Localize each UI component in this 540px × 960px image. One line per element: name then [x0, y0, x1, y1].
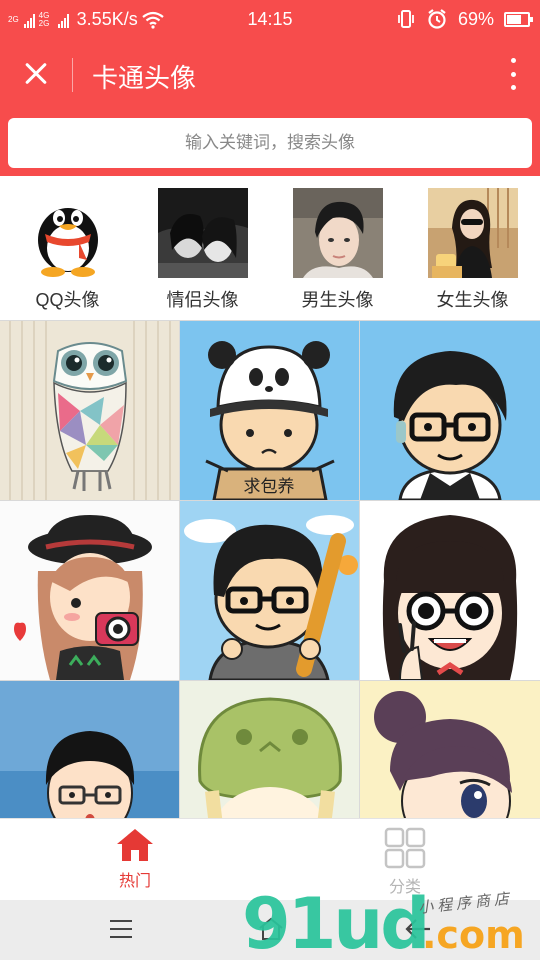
bat-boy-avatar-image	[180, 501, 359, 680]
more-options-icon[interactable]	[506, 58, 520, 90]
camera-girl-avatar-image	[0, 501, 179, 680]
bun-girl-avatar-image	[360, 681, 540, 818]
owl-avatar-image	[0, 321, 179, 500]
bowtie-boy-avatar-image	[0, 681, 179, 818]
menu-icon[interactable]	[110, 920, 132, 938]
header-divider	[72, 58, 73, 92]
category-label: 女生头像	[436, 290, 509, 310]
qq-penguin-icon	[37, 208, 98, 277]
category-boy[interactable]: 男生头像	[270, 176, 405, 320]
app-header: 卡通头像	[0, 38, 540, 110]
battery-icon	[504, 11, 533, 27]
page-title: 卡通头像	[92, 63, 197, 93]
home-nav-icon[interactable]	[258, 916, 284, 942]
category-label: QQ头像	[35, 290, 100, 310]
close-icon[interactable]	[18, 56, 54, 92]
status-right: 69%	[396, 8, 533, 30]
tab-label: 分类	[388, 879, 421, 896]
search-bar	[0, 110, 540, 176]
glasses-boy-avatar-image	[360, 321, 540, 500]
boy-photo	[292, 188, 383, 278]
panda-boy-avatar-image: 求包养	[180, 321, 359, 500]
category-girl[interactable]: 女生头像	[405, 176, 540, 320]
category-couple[interactable]: 情侣头像	[135, 176, 270, 320]
alarm-icon	[428, 9, 446, 29]
battery-percent: 69%	[457, 8, 494, 29]
avatar-tile[interactable]	[360, 501, 540, 680]
couple-photo	[157, 188, 248, 278]
tab-category[interactable]: 分类	[270, 819, 540, 900]
avatar-tile[interactable]	[0, 321, 179, 500]
avatar-tile[interactable]	[0, 681, 179, 818]
category-label: 情侣头像	[166, 290, 239, 310]
avatar-tile[interactable]	[180, 681, 359, 818]
back-icon[interactable]	[404, 916, 432, 942]
avatar-tile[interactable]	[360, 321, 540, 500]
tab-hot[interactable]: 热门	[0, 819, 270, 900]
avatar-tile[interactable]	[360, 681, 540, 818]
peace-girl-avatar-image	[360, 501, 540, 680]
vibrate-icon	[398, 10, 414, 28]
avatar-grid: 求包养	[0, 320, 540, 818]
category-label: 男生头像	[301, 290, 374, 310]
grid-icon	[384, 827, 426, 869]
panda-boy-sign-text: 求包养	[244, 477, 295, 497]
home-icon	[117, 829, 153, 861]
avatar-tile[interactable]	[180, 501, 359, 680]
girl-photo	[427, 188, 518, 278]
category-row: QQ头像 情侣头像 男生头像 女生头像	[0, 176, 540, 320]
category-qq[interactable]: QQ头像	[0, 176, 135, 320]
status-bar: 2G 4G 2G 3.55K/s 14:15 69%	[0, 0, 540, 38]
tab-label: 热门	[118, 873, 151, 890]
avatar-tile[interactable]	[0, 501, 179, 680]
green-hat-avatar-image	[180, 681, 359, 818]
bottom-tab-bar: 热门 分类	[0, 818, 540, 900]
avatar-tile[interactable]: 求包养	[180, 321, 359, 500]
system-nav-bar	[0, 900, 540, 960]
search-input[interactable]	[8, 118, 532, 168]
